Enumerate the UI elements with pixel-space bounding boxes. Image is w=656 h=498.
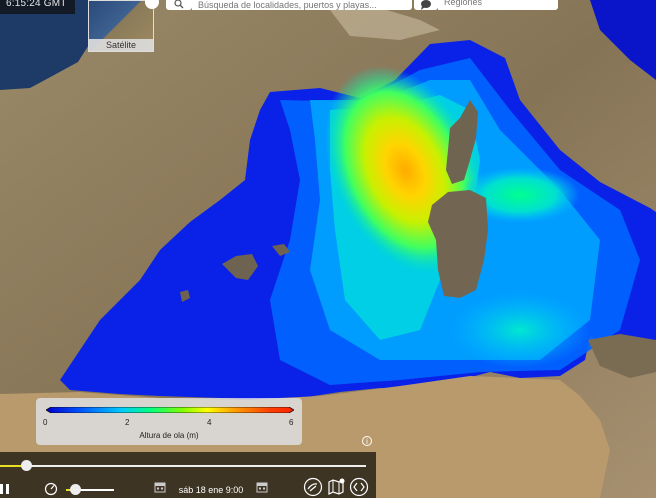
embed-code-icon[interactable] (349, 477, 369, 497)
pause-icon (0, 484, 3, 494)
calendar-prev-icon[interactable] (154, 481, 166, 493)
gauge-icon[interactable] (44, 482, 58, 496)
timeline-track[interactable] (0, 465, 366, 467)
region-selector[interactable]: Regiones (438, 0, 558, 10)
info-icon[interactable]: i (362, 436, 372, 446)
legend-tick-0: 0 (43, 418, 48, 427)
chat-button[interactable] (414, 0, 438, 10)
satellite-layer-label: Satélite (89, 39, 153, 51)
satellite-layer-button[interactable]: Satélite (88, 0, 159, 52)
search-button[interactable] (166, 0, 192, 10)
search-input[interactable] (192, 0, 412, 10)
wind-icon[interactable] (303, 477, 323, 497)
timeline-handle[interactable] (21, 460, 32, 471)
calendar-next-icon[interactable] (256, 481, 268, 493)
clock-display: 6:15:24 GMT (0, 0, 75, 14)
legend-title: Altura de ola (m) (139, 431, 199, 440)
legend-tick-4: 4 (207, 418, 212, 427)
speed-slider-handle[interactable] (70, 484, 81, 495)
legend-tick-2: 2 (125, 418, 130, 427)
speech-bubble-icon (421, 0, 431, 10)
forecast-date: sáb 18 ene 9:00 (178, 485, 244, 495)
map-layers-icon[interactable] (326, 477, 346, 497)
search-icon (174, 0, 184, 9)
legend-tick-6: 6 (289, 418, 294, 427)
pause-button[interactable] (0, 484, 10, 494)
legend-color-scale (46, 407, 294, 413)
wave-height-legend: 0 2 4 6 Altura de ola (m) (36, 398, 302, 445)
